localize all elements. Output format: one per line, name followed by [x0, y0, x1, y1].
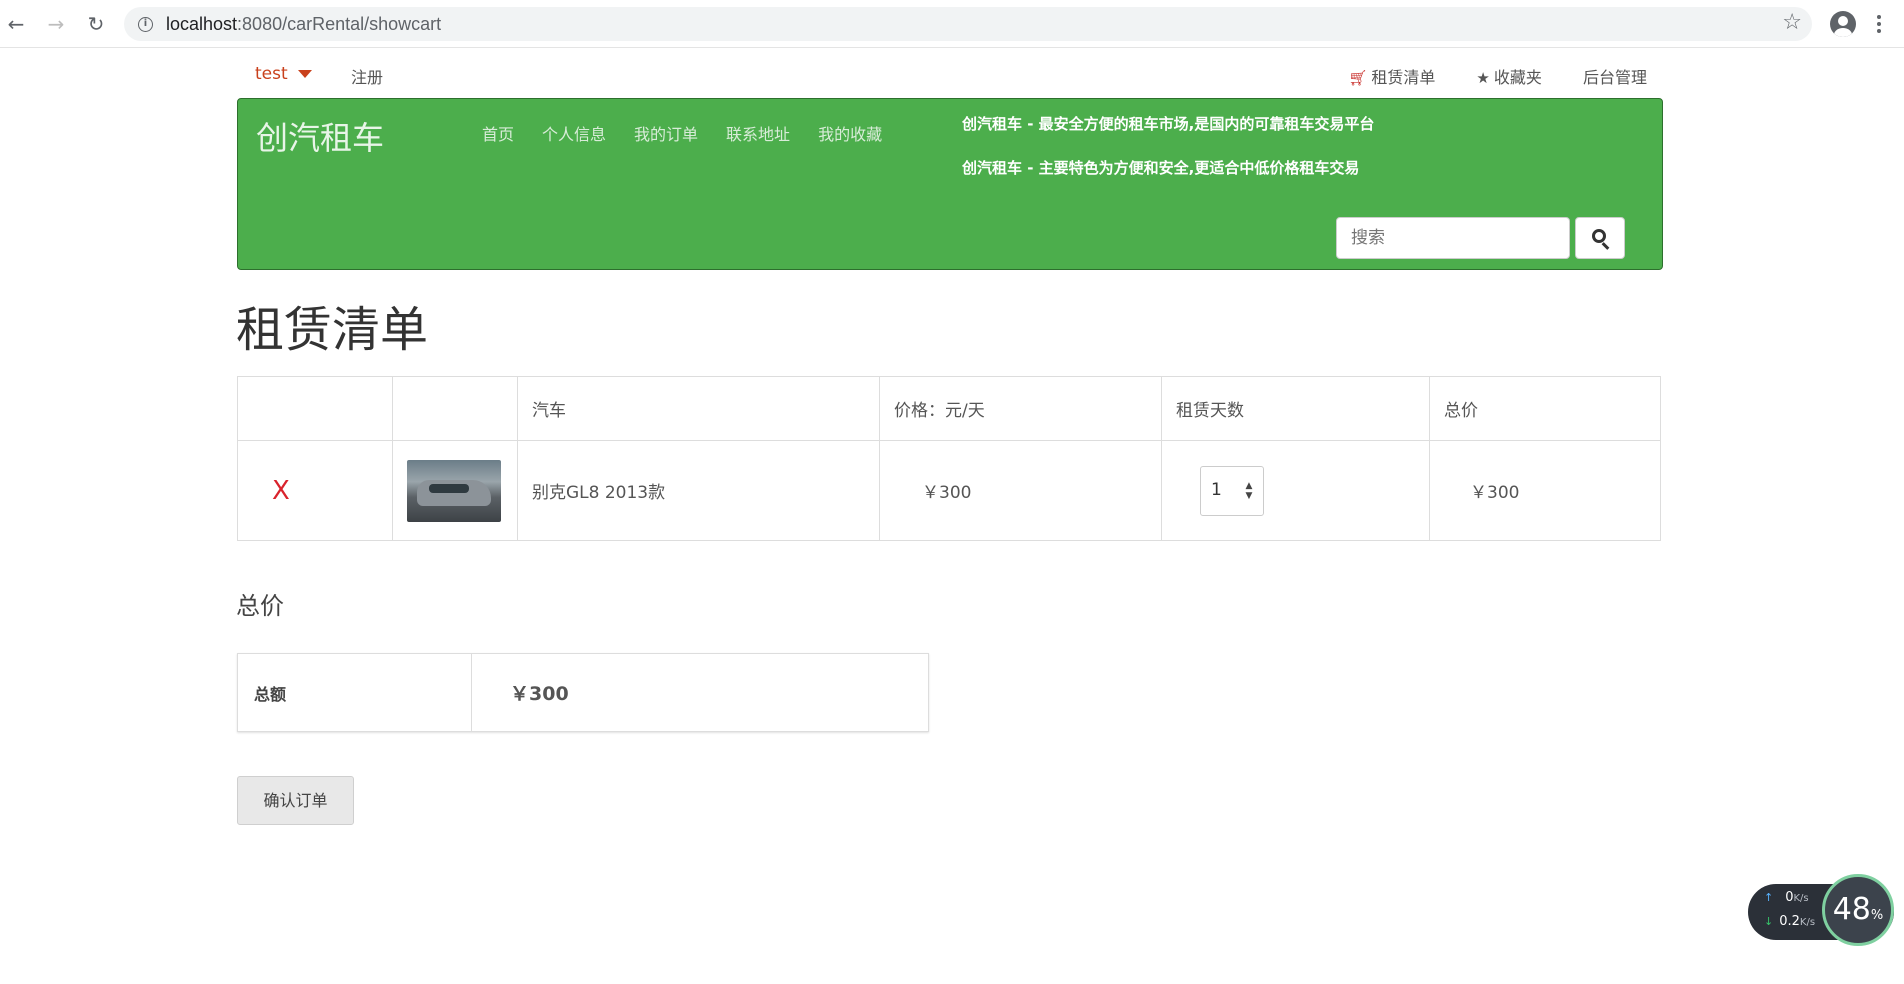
header-remove	[237, 376, 393, 441]
upload-speed: ↑ 0K/s	[1764, 890, 1809, 905]
summary-label: 总额	[237, 653, 472, 732]
nav-home[interactable]: 首页	[482, 125, 514, 144]
bookmark-star-icon[interactable]: ☆	[1782, 10, 1802, 35]
url-host: localhost	[166, 14, 238, 34]
car-price: ￥300	[879, 440, 1162, 541]
register-link[interactable]: 注册	[351, 64, 383, 88]
download-value: 0.2	[1779, 914, 1800, 929]
cart-header-row: 汽车 价格：元/天 租赁天数 总价	[237, 376, 1661, 441]
favorites-link[interactable]: ★ 收藏夹	[1476, 64, 1541, 88]
header-car: 汽车	[517, 376, 880, 441]
page-title: 租赁清单	[236, 302, 429, 358]
user-name: test	[255, 64, 288, 84]
summary-value: ￥300	[471, 653, 929, 732]
days-stepper[interactable]: 1 ▲ ▼	[1200, 465, 1264, 516]
upload-unit: K/s	[1793, 893, 1809, 904]
slogan-line-2: 创汽租车 - 主要特色为方便和安全,更适合中低价格租车交易	[962, 159, 1360, 177]
profile-avatar-icon[interactable]	[1830, 11, 1856, 37]
download-arrow-icon: ↓	[1764, 915, 1774, 928]
upload-arrow-icon: ↑	[1764, 891, 1774, 904]
favorites-link-label: 收藏夹	[1493, 68, 1542, 87]
search-button[interactable]	[1575, 217, 1625, 259]
browser-menu-icon[interactable]	[1876, 12, 1882, 36]
caret-down-icon	[297, 70, 312, 78]
cart-table: 汽车 价格：元/天 租赁天数 总价 X 别克GL8 2013款 ￥300 1 ▲…	[237, 376, 1661, 541]
site-header: 创汽租车 首页 个人信息 我的订单 联系地址 我的收藏 创汽租车 - 最安全方便的租车市…	[237, 98, 1663, 270]
search-input[interactable]	[1336, 217, 1570, 259]
top-link-bar: test 注册 🛒︎ 租赁清单 ★ 收藏夹 后台管理	[237, 48, 1663, 98]
user-dropdown[interactable]: test	[255, 64, 312, 84]
header-days: 租赁天数	[1161, 376, 1430, 441]
cart-link[interactable]: 🛒︎ 租赁清单	[1348, 64, 1435, 88]
slogan-line-1: 创汽租车 - 最安全方便的租车市场,是国内的可靠租车交易平台	[962, 115, 1375, 133]
forward-arrow-icon[interactable]: →	[44, 12, 68, 36]
car-image-cell	[392, 440, 518, 541]
summary-table: 总额 ￥300	[237, 653, 929, 732]
url-text[interactable]: localhost:8080/carRental/showcart	[166, 14, 441, 35]
right-links: 🛒︎ 租赁清单 ★ 收藏夹 后台管理	[1312, 64, 1647, 88]
header-total: 总价	[1429, 376, 1661, 441]
usage-unit: %	[1870, 908, 1884, 923]
browser-toolbar: ← → ↻ i localhost:8080/carRental/showcar…	[0, 0, 1904, 48]
main-nav: 首页 个人信息 我的订单 联系地址 我的收藏	[482, 121, 910, 145]
info-icon[interactable]: i	[138, 17, 153, 32]
header-image	[392, 376, 518, 441]
star-icon: ★	[1476, 69, 1490, 87]
download-speed: ↓ 0.2K/s	[1764, 914, 1815, 929]
nav-favorites[interactable]: 我的收藏	[818, 125, 882, 144]
url-path: :8080/carRental/showcart	[237, 14, 442, 34]
car-name[interactable]: 别克GL8 2013款	[517, 440, 880, 541]
brand-logo[interactable]: 创汽租车	[256, 113, 384, 159]
reload-icon[interactable]: ↻	[84, 12, 108, 36]
nav-orders[interactable]: 我的订单	[634, 125, 698, 144]
table-row: X 别克GL8 2013款 ￥300 1 ▲ ▼ ￥300	[237, 440, 1661, 541]
summary-row: 总额 ￥300	[237, 653, 929, 732]
summary-title: 总价	[236, 592, 284, 620]
stepper-arrows-icon[interactable]: ▲ ▼	[1243, 481, 1255, 501]
cart-icon: 🛒︎	[1348, 69, 1368, 87]
car-thumbnail[interactable]	[407, 459, 501, 522]
address-bar[interactable]: i localhost:8080/carRental/showcart ☆	[124, 7, 1812, 41]
days-value[interactable]: 1	[1211, 480, 1222, 500]
header-price: 价格：元/天	[879, 376, 1162, 441]
confirm-order-button[interactable]: 确认订单	[237, 776, 354, 825]
remove-item-button[interactable]: X	[237, 440, 393, 541]
row-total: ￥300	[1429, 440, 1661, 541]
admin-link[interactable]: 后台管理	[1583, 64, 1647, 88]
download-unit: K/s	[1799, 917, 1816, 928]
usage-percent: 48	[1832, 892, 1871, 927]
cart-link-label: 租赁清单	[1371, 68, 1436, 87]
nav-address[interactable]: 联系地址	[726, 125, 790, 144]
back-arrow-icon[interactable]: ←	[4, 12, 28, 36]
upload-value: 0	[1785, 890, 1794, 905]
nav-profile[interactable]: 个人信息	[542, 125, 606, 144]
days-cell: 1 ▲ ▼	[1161, 440, 1430, 541]
cpu-usage-dial[interactable]: 48%	[1822, 874, 1894, 946]
